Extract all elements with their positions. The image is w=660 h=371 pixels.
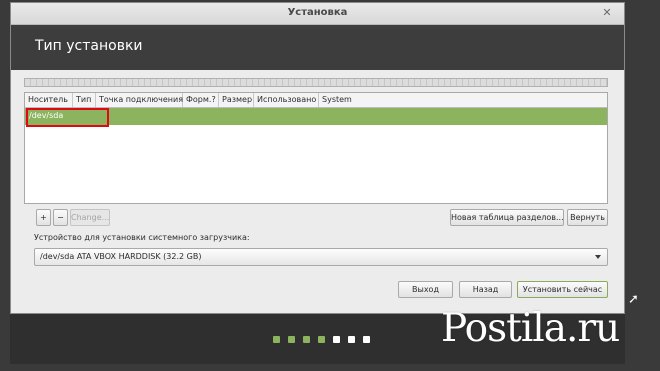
column-header[interactable]: Тип (73, 93, 96, 107)
column-header[interactable]: System (319, 93, 359, 107)
watermark-logo: Postila.ru (441, 306, 620, 351)
mouse-cursor-icon: ➚ (628, 292, 639, 307)
new-partition-table-button[interactable]: Новая таблица разделов... (450, 209, 564, 226)
highlight-box (26, 108, 109, 127)
chevron-down-icon (595, 255, 601, 259)
column-header[interactable]: Форм.? (183, 93, 219, 107)
column-header[interactable]: Точка подключения (96, 93, 183, 107)
progress-step-pending (333, 336, 340, 343)
quit-button[interactable]: Выход (398, 281, 453, 298)
close-icon[interactable]: ✕ (600, 6, 614, 20)
progress-step-done (288, 336, 295, 343)
bootloader-label: Устройство для установки системного загр… (34, 233, 250, 242)
progress-step-done (273, 336, 280, 343)
column-header[interactable]: Носитель (25, 93, 73, 107)
progress-step-pending (363, 336, 370, 343)
bootloader-selected-value: /dev/sda ATA VBOX HARDDISK (32.2 GB) (40, 252, 202, 261)
install-now-button[interactable]: Установить сейчас (517, 281, 608, 298)
revert-button[interactable]: Вернуть (567, 209, 608, 226)
add-partition-button[interactable]: + (36, 209, 51, 226)
progress-step-done (303, 336, 310, 343)
change-partition-button[interactable]: Change... (70, 209, 110, 226)
progress-steps (273, 336, 370, 343)
progress-step-done (318, 336, 325, 343)
column-header[interactable]: Размер (219, 93, 254, 107)
table-row[interactable]: /dev/sda (25, 108, 607, 125)
titlebar: Установка ✕ (11, 3, 624, 25)
back-button[interactable]: Назад (459, 281, 512, 298)
partition-table[interactable]: Носитель Тип Точка подключения Форм.? Ра… (24, 92, 608, 204)
progress-step-pending (348, 336, 355, 343)
remove-partition-button[interactable]: − (53, 209, 68, 226)
table-header: Носитель Тип Точка подключения Форм.? Ра… (25, 93, 607, 108)
page-title: Тип установки (35, 38, 143, 54)
column-header[interactable]: Использовано (254, 93, 319, 107)
bootloader-device-select[interactable]: /dev/sda ATA VBOX HARDDISK (32.2 GB) (34, 248, 608, 266)
partition-bar (24, 78, 608, 87)
window-title: Установка (287, 7, 348, 18)
page-header: Тип установки (11, 25, 624, 70)
